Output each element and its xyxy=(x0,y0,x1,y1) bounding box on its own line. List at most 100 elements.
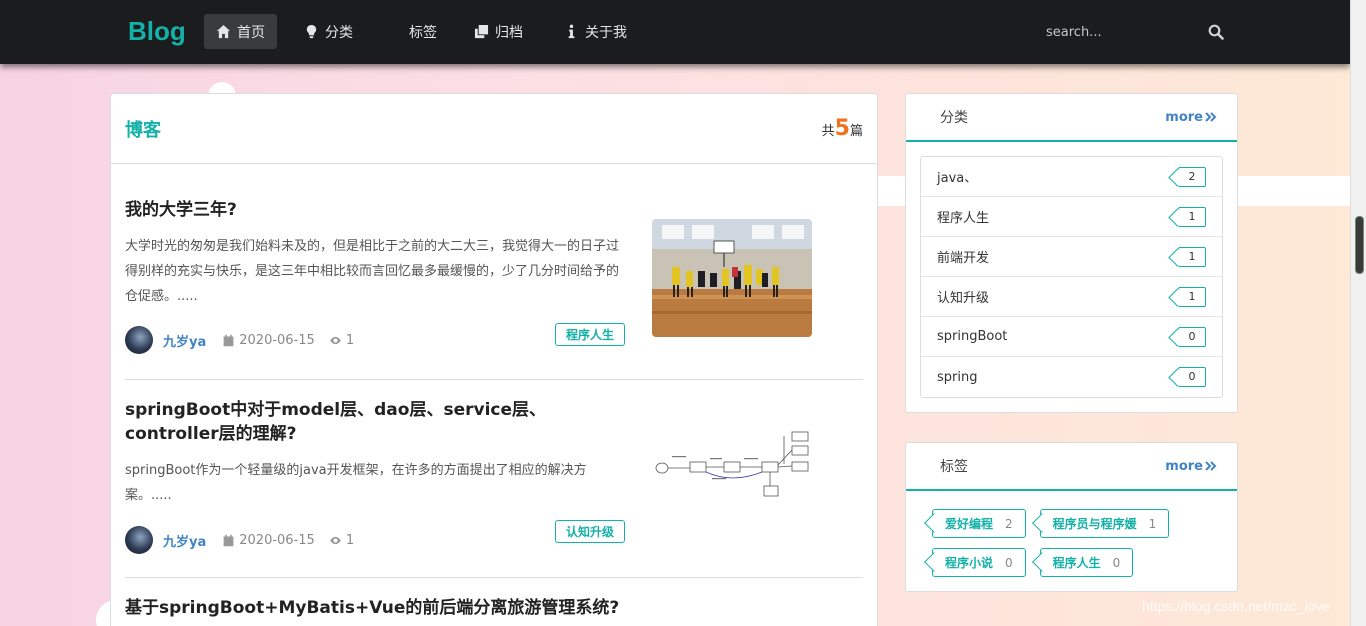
tag-count: 2 xyxy=(1005,516,1013,531)
page-scrollbar[interactable] xyxy=(1350,0,1366,626)
category-count-badge: 1 xyxy=(1178,206,1206,227)
category-item[interactable]: 前端开发 1 xyxy=(921,237,1222,277)
nav-item-home[interactable]: 首页 xyxy=(204,14,277,49)
calendar-icon xyxy=(223,534,234,546)
search-box[interactable] xyxy=(1036,18,1232,46)
category-count-badge: 0 xyxy=(1178,367,1206,387)
nav-item-about[interactable]: 关于我 xyxy=(552,14,639,49)
category-title: 分类 xyxy=(940,110,968,126)
post-tag[interactable]: 认知升级 xyxy=(555,520,626,543)
tag-name: 程序人生 xyxy=(1052,556,1101,570)
tag-chip[interactable]: 爱好编程 2 xyxy=(932,509,1026,538)
post-title[interactable]: springBoot中对于model层、dao层、service层、contro… xyxy=(125,398,625,446)
search-icon[interactable] xyxy=(1208,24,1224,40)
top-navbar: Blog 首页 分类 标签 归档 关于我 xyxy=(0,0,1350,64)
post-date-text: 2020-06-15 xyxy=(239,332,315,348)
post-divider xyxy=(125,379,863,380)
post-thumbnail[interactable] xyxy=(652,219,812,337)
nav-item-label: 标签 xyxy=(409,24,437,41)
count-suffix: 篇 xyxy=(849,124,863,139)
category-card: 分类 more java、 2 程序人生 1 前端开发 1 认知升级 1 spr… xyxy=(905,93,1238,413)
tag-title: 标签 xyxy=(940,459,968,475)
nav-item-label: 归档 xyxy=(495,24,523,41)
post-date: 2020-06-15 xyxy=(222,333,315,348)
tag-count: 0 xyxy=(1112,555,1121,570)
post-meta: 九岁ya 2020-06-15 1 xyxy=(125,326,354,354)
more-label: more xyxy=(1165,109,1203,125)
avatar[interactable] xyxy=(125,326,153,354)
tag-name: 爱好编程 xyxy=(945,517,994,531)
category-item[interactable]: 程序人生 1 xyxy=(921,197,1222,237)
post-date-text: 2020-06-15 xyxy=(239,532,315,548)
nav-item-archive[interactable]: 归档 xyxy=(462,14,535,49)
post-item: springBoot中对于model层、dao层、service层、contro… xyxy=(125,398,863,568)
clone-icon xyxy=(474,24,489,39)
brand-logo[interactable]: Blog xyxy=(128,16,186,47)
category-name: 认知升级 xyxy=(937,291,990,306)
post-author[interactable]: 九岁ya xyxy=(163,531,206,550)
post-author[interactable]: 九岁ya xyxy=(163,331,206,350)
info-icon xyxy=(568,24,575,39)
tag-card-header: 标签 more xyxy=(906,443,1237,491)
category-name: 程序人生 xyxy=(937,211,990,226)
category-count-badge: 1 xyxy=(1178,246,1206,267)
post-item: 基于springBoot+MyBatis+Vue的前后端分离旅游管理系统? xyxy=(125,596,863,620)
nav-item-label: 首页 xyxy=(237,24,265,41)
tag-list: 爱好编程 2 程序员与程序媛 1 程序小说 0 程序人生 0 xyxy=(906,491,1237,595)
tag-chip[interactable]: 程序人生 0 xyxy=(1039,548,1134,577)
nav-item-category[interactable]: 分类 xyxy=(292,14,365,49)
post-excerpt: springBoot作为一个轻量级的java开发框架，在许多的方面提出了相应的解… xyxy=(125,463,587,503)
category-name: java、 xyxy=(937,171,978,186)
category-name: spring xyxy=(937,369,978,385)
post-views-count: 1 xyxy=(345,332,355,348)
count-number: 5 xyxy=(834,116,850,141)
nav-item-label: 分类 xyxy=(325,24,353,41)
home-icon xyxy=(216,24,231,39)
tag-more-link[interactable]: more xyxy=(1165,459,1217,474)
tag-name: 程序小说 xyxy=(945,556,994,570)
category-name: 前端开发 xyxy=(937,251,990,266)
post-views: 1 xyxy=(329,533,354,548)
category-count-badge: 2 xyxy=(1178,166,1206,187)
category-item[interactable]: 认知升级 1 xyxy=(921,277,1222,317)
category-item[interactable]: java、 2 xyxy=(921,157,1222,197)
tag-card: 标签 more 爱好编程 2 程序员与程序媛 1 程序小说 0 程序人生 0 xyxy=(905,442,1238,592)
post-thumbnail[interactable] xyxy=(652,428,812,546)
category-more-link[interactable]: more xyxy=(1165,110,1217,125)
post-item: 我的大学三年? 大学时光的匆匆是我们始料未及的，但是相比于之前的大二大三，我觉得… xyxy=(125,198,863,368)
tag-count: 1 xyxy=(1148,516,1157,531)
post-title[interactable]: 基于springBoot+MyBatis+Vue的前后端分离旅游管理系统? xyxy=(125,596,825,620)
tag-chip[interactable]: 程序小说 0 xyxy=(932,548,1026,577)
tag-name: 程序员与程序媛 xyxy=(1052,517,1137,531)
scrollbar-thumb[interactable] xyxy=(1355,216,1364,274)
search-input[interactable] xyxy=(1036,24,1196,40)
category-card-header: 分类 more xyxy=(906,94,1237,142)
architecture-diagram xyxy=(652,428,812,508)
count-prefix: 共 xyxy=(821,124,835,139)
watermark: https://blog.csdn.net/mzc_love xyxy=(1142,598,1331,614)
nav-item-label: 关于我 xyxy=(585,24,627,41)
tag-count: 0 xyxy=(1005,555,1013,570)
post-divider xyxy=(125,577,863,578)
category-item[interactable]: springBoot 0 xyxy=(921,317,1222,357)
category-name: springBoot xyxy=(937,329,1008,344)
post-date: 2020-06-15 xyxy=(222,533,315,548)
more-label: more xyxy=(1165,458,1203,474)
basketball-court-photo xyxy=(652,219,812,337)
lightbulb-icon xyxy=(306,24,317,39)
post-tag[interactable]: 程序人生 xyxy=(555,323,626,346)
blog-list-header: 博客 共5篇 xyxy=(111,94,877,164)
post-count: 共5篇 xyxy=(822,116,863,141)
blog-list-card: 博客 共5篇 我的大学三年? 大学时光的匆匆是我们始料未及的，但是相比于之前的大… xyxy=(110,93,878,626)
eye-icon xyxy=(330,536,341,544)
double-chevron-right-icon xyxy=(1205,112,1217,122)
avatar[interactable] xyxy=(125,526,153,554)
nav-item-tags[interactable]: 标签 xyxy=(397,14,449,49)
category-list: java、 2 程序人生 1 前端开发 1 认知升级 1 springBoot … xyxy=(920,156,1223,398)
double-chevron-right-icon xyxy=(1205,461,1217,471)
category-count-badge: 1 xyxy=(1178,286,1206,307)
tag-chip[interactable]: 程序员与程序媛 1 xyxy=(1039,509,1170,538)
post-title[interactable]: 我的大学三年? xyxy=(125,198,625,222)
category-item[interactable]: spring 0 xyxy=(921,357,1222,397)
category-count-badge: 0 xyxy=(1178,326,1206,347)
